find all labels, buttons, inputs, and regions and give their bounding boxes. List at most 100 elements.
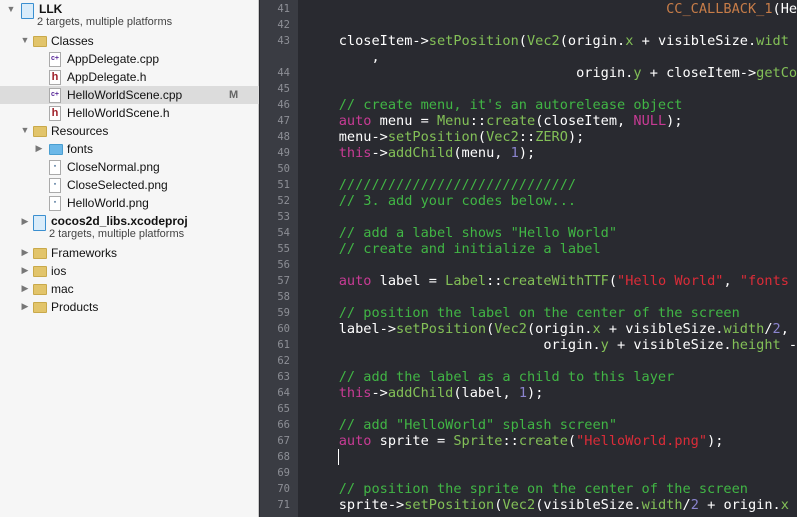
code-token: "Hello World" bbox=[617, 273, 724, 289]
code-line[interactable]: // add "HelloWorld" splash screen" bbox=[306, 417, 617, 433]
navigator-item[interactable]: ▪ CloseNormal.png bbox=[0, 158, 259, 176]
code-line[interactable]: auto menu = Menu::create(closeItem, NULL… bbox=[306, 113, 683, 129]
line-number: 51 bbox=[277, 179, 290, 191]
code-token: ); bbox=[527, 385, 544, 401]
line-number: 43 bbox=[277, 35, 290, 47]
code-line[interactable]: // 3. add your codes below... bbox=[306, 193, 576, 209]
navigator-item[interactable]: ▼ Resources bbox=[0, 122, 259, 140]
code-token: ); bbox=[707, 433, 724, 449]
code-token: Menu bbox=[436, 113, 470, 129]
code-line[interactable]: origin.y + visibleSize.height - bbox=[306, 337, 797, 353]
line-number: 64 bbox=[277, 387, 290, 399]
navigator-item[interactable]: ▶ Products bbox=[0, 298, 259, 316]
code-token: (He bbox=[772, 1, 797, 17]
code-line[interactable]: // create menu, it's an autorelease obje… bbox=[306, 97, 683, 113]
code-token: label-> bbox=[306, 321, 397, 337]
navigator-item[interactable]: ▪ CloseSelected.png bbox=[0, 176, 259, 194]
code-line[interactable]: // position the sprite on the center of … bbox=[306, 481, 748, 497]
navigator-item[interactable]: ▶ fonts bbox=[0, 140, 259, 158]
project-navigator: ▼ LLK 2 targets, multiple platforms ▼ Classe… bbox=[0, 0, 259, 517]
code-line[interactable]: // add the label as a child to this laye… bbox=[306, 369, 675, 385]
text-cursor bbox=[338, 449, 339, 465]
line-number: 54 bbox=[277, 227, 290, 239]
disclosure-triangle-icon[interactable]: ▼ bbox=[20, 35, 30, 45]
code-token: sprite = bbox=[371, 433, 454, 449]
disclosure-triangle-icon[interactable]: ▶ bbox=[20, 247, 30, 258]
code-line[interactable]: , bbox=[306, 49, 379, 65]
navigator-item[interactable]: ▶ mac bbox=[0, 280, 259, 298]
navigator-item[interactable]: ▼ LLK 2 targets, multiple platforms bbox=[0, 0, 259, 32]
code-token: create bbox=[518, 433, 568, 449]
navigator-item[interactable]: ▶ ios bbox=[0, 262, 259, 280]
navigator-item[interactable]: ▶ cocos2d_libs.xcodeproj 2 targets, multip… bbox=[0, 212, 259, 244]
disclosure-triangle-icon[interactable]: ▶ bbox=[20, 283, 30, 294]
code-token: "fonts bbox=[739, 273, 789, 289]
code-line[interactable]: menu->setPosition(Vec2::ZERO); bbox=[306, 129, 585, 145]
code-line[interactable]: closeItem->setPosition(Vec2(origin.x + v… bbox=[306, 33, 789, 49]
code-line[interactable]: origin.y + closeItem->getCo bbox=[306, 65, 797, 81]
code-token: + visibleSize. bbox=[600, 321, 724, 337]
disclosure-triangle-icon[interactable]: ▼ bbox=[6, 4, 16, 14]
navigator-item[interactable]: ▶ Frameworks bbox=[0, 244, 259, 262]
disclosure-triangle-icon[interactable]: ▼ bbox=[20, 125, 30, 135]
code-line[interactable]: // position the label on the center of t… bbox=[306, 305, 740, 321]
code-line[interactable]: // add a label shows "Hello World" bbox=[306, 225, 617, 241]
disclosure-triangle-icon[interactable]: ▶ bbox=[20, 216, 30, 227]
navigator-item[interactable]: c+ AppDelegate.cpp bbox=[0, 50, 259, 68]
navigator-item-label: cocos2d_libs.xcodeproj bbox=[51, 214, 188, 228]
line-number: 52 bbox=[277, 195, 290, 207]
code-token: + visibleSize. bbox=[633, 33, 757, 49]
code-line[interactable]: this->addChild(label, 1); bbox=[306, 385, 544, 401]
navigator-item[interactable]: h HelloWorldScene.h bbox=[0, 104, 259, 122]
folder-icon bbox=[33, 248, 47, 259]
navigator-item[interactable]: ▼ Classes bbox=[0, 32, 259, 50]
code-token: create bbox=[486, 113, 536, 129]
code-line[interactable]: CC_CALLBACK_1(He bbox=[306, 1, 797, 17]
code-token: Vec2 bbox=[526, 33, 560, 49]
code-token: Vec2 bbox=[502, 497, 536, 513]
code-token: this bbox=[306, 385, 372, 401]
code-token: auto bbox=[306, 113, 372, 129]
disclosure-triangle-icon[interactable]: ▶ bbox=[34, 143, 44, 154]
code-token: x bbox=[592, 321, 601, 337]
line-number: 67 bbox=[277, 435, 290, 447]
code-token: // add a label shows "Hello World" bbox=[306, 225, 617, 241]
folder-icon bbox=[33, 266, 47, 277]
disclosure-triangle-icon[interactable]: ▶ bbox=[20, 301, 30, 312]
navigator-item[interactable]: c+ HelloWorldScene.cpp M bbox=[0, 86, 259, 104]
navigator-item-label: Classes bbox=[51, 34, 94, 48]
code-line[interactable]: ///////////////////////////// bbox=[306, 177, 576, 193]
cpp-file-icon: c+ bbox=[49, 52, 61, 67]
code-token: :: bbox=[502, 433, 519, 449]
line-number: 62 bbox=[277, 355, 290, 367]
navigator-item[interactable]: h AppDelegate.h bbox=[0, 68, 259, 86]
disclosure-triangle-icon[interactable]: ▶ bbox=[20, 265, 30, 276]
code-token: // position the label on the center of t… bbox=[306, 305, 740, 321]
code-token: setPosition bbox=[404, 497, 495, 513]
code-token: menu-> bbox=[306, 129, 388, 145]
line-number: 60 bbox=[277, 323, 290, 335]
code-token: :: bbox=[518, 129, 536, 145]
code-line[interactable]: sprite->setPosition(Vec2(visibleSize.wid… bbox=[306, 497, 789, 513]
code-token: sprite-> bbox=[306, 497, 405, 513]
code-token: (closeItem, bbox=[535, 113, 634, 129]
line-number: 45 bbox=[277, 83, 290, 95]
code-token: ( bbox=[608, 273, 618, 289]
code-token: addChild bbox=[387, 145, 454, 161]
code-token: setPosition bbox=[428, 33, 519, 49]
code-token: "HelloWorld.png" bbox=[576, 433, 708, 449]
code-line[interactable]: // create and initialize a label bbox=[306, 241, 601, 257]
navigator-item-label: AppDelegate.h bbox=[67, 70, 147, 84]
navigator-item[interactable]: ▪ HelloWorld.png bbox=[0, 194, 259, 212]
code-token: this bbox=[306, 145, 372, 161]
code-token: :: bbox=[469, 113, 487, 129]
code-line[interactable]: auto sprite = Sprite::create("HelloWorld… bbox=[306, 433, 724, 449]
code-token: , bbox=[723, 273, 740, 289]
code-line[interactable]: this->addChild(menu, 1); bbox=[306, 145, 535, 161]
code-token: setPosition bbox=[396, 321, 487, 337]
line-number: 70 bbox=[277, 483, 290, 495]
code-token: - bbox=[780, 337, 797, 353]
code-line[interactable]: auto label = Label::createWithTTF("Hello… bbox=[306, 273, 789, 289]
code-token: origin. bbox=[306, 65, 634, 81]
code-line[interactable]: label->setPosition(Vec2(origin.x + visib… bbox=[306, 321, 789, 337]
